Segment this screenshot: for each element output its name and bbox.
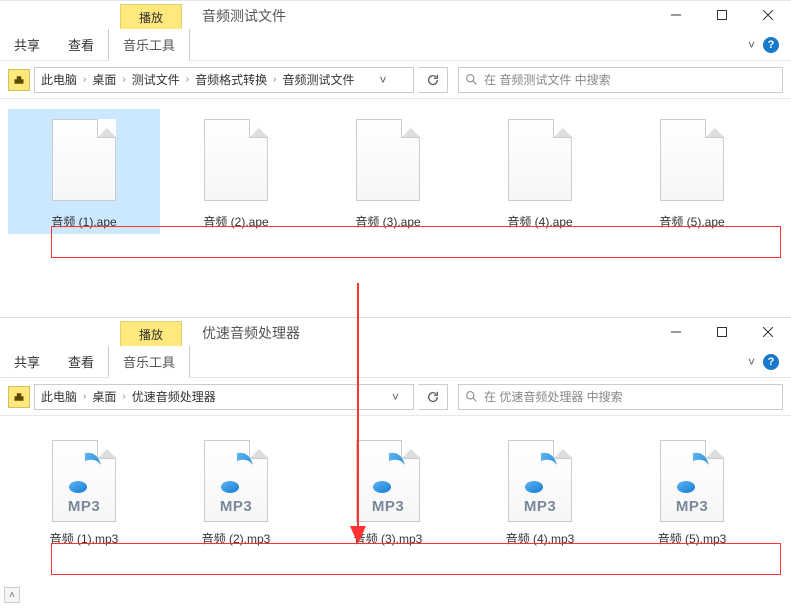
file-name-label: 音频 (2).mp3 xyxy=(202,530,271,547)
file-item[interactable]: 音频 (3).ape xyxy=(312,109,464,234)
file-name-label: 音频 (3).ape xyxy=(355,213,420,230)
minimize-button[interactable] xyxy=(653,318,699,346)
mp3-badge: MP3 xyxy=(661,498,723,515)
breadcrumb[interactable]: 测试文件 xyxy=(132,71,180,88)
file-name-label: 音频 (2).ape xyxy=(203,213,268,230)
mp3-badge: MP3 xyxy=(205,498,267,515)
breadcrumb[interactable]: 此电脑 xyxy=(41,388,77,405)
mp3-badge: MP3 xyxy=(53,498,115,515)
file-item[interactable]: MP3 音频 (1).mp3 xyxy=(8,426,160,551)
chevron-down-icon[interactable]: ˅ xyxy=(379,73,386,87)
address-bar-row: 此电脑 › 桌面 › 测试文件 › 音频格式转换 › 音频测试文件 ˅ 在 音频测试文件… xyxy=(0,61,791,99)
tab-share[interactable]: 共享 xyxy=(0,346,54,378)
breadcrumb-box[interactable]: 此电脑 › 桌面 › 测试文件 › 音频格式转换 › 音频测试文件 ˅ xyxy=(34,67,414,93)
refresh-button[interactable] xyxy=(418,384,448,410)
search-placeholder: 在 音频测试文件 中搜索 xyxy=(484,71,611,88)
ribbon-tabs: 共享 查看 音乐工具 ˅ ? xyxy=(0,346,791,378)
breadcrumb[interactable]: 优速音频处理器 xyxy=(132,388,216,405)
mp3-file-icon: MP3 xyxy=(352,432,424,522)
file-item[interactable]: MP3 音频 (4).mp3 xyxy=(464,426,616,551)
chevron-right-icon: › xyxy=(83,391,86,402)
chevron-right-icon: › xyxy=(122,391,125,402)
help-icon[interactable]: ? xyxy=(763,354,779,370)
file-item[interactable]: MP3 音频 (2).mp3 xyxy=(160,426,312,551)
file-item[interactable]: MP3 音频 (3).mp3 xyxy=(312,426,464,551)
address-bar-row: 此电脑 › 桌面 › 优速音频处理器 ˅ 在 优速音频处理器 中搜索 xyxy=(0,378,791,416)
tab-view[interactable]: 查看 xyxy=(54,29,108,61)
chevron-right-icon: › xyxy=(273,74,276,85)
up-button[interactable] xyxy=(8,69,30,91)
file-list-area[interactable]: ˄ MP3 音频 (1).mp3 MP3 音频 (2).mp3 MP3 音频 (… xyxy=(0,416,791,581)
file-name-label: 音频 (5).ape xyxy=(659,213,724,230)
file-icon xyxy=(504,115,576,205)
mp3-badge: MP3 xyxy=(509,498,571,515)
search-icon xyxy=(465,73,478,86)
expand-ribbon-icon[interactable]: ˅ xyxy=(748,355,755,369)
play-context-tab[interactable]: 播放 xyxy=(120,321,182,346)
file-item[interactable]: 音频 (1).ape xyxy=(8,109,160,234)
breadcrumb[interactable]: 桌面 xyxy=(92,388,116,405)
window-title: 优速音频处理器 xyxy=(202,323,300,346)
chevron-down-icon[interactable]: ˅ xyxy=(392,390,399,404)
mp3-file-icon: MP3 xyxy=(200,432,272,522)
refresh-button[interactable] xyxy=(418,67,448,93)
file-name-label: 音频 (1).mp3 xyxy=(50,530,119,547)
mp3-file-icon: MP3 xyxy=(48,432,120,522)
file-item[interactable]: 音频 (5).ape xyxy=(616,109,768,234)
maximize-button[interactable] xyxy=(699,318,745,346)
mp3-file-icon: MP3 xyxy=(504,432,576,522)
tab-music-tools[interactable]: 音乐工具 xyxy=(108,346,190,378)
close-button[interactable] xyxy=(745,1,791,29)
help-icon[interactable]: ? xyxy=(763,37,779,53)
play-context-tab[interactable]: 播放 xyxy=(120,4,182,29)
up-button[interactable] xyxy=(8,386,30,408)
tab-share[interactable]: 共享 xyxy=(0,29,54,61)
file-icon xyxy=(200,115,272,205)
minimize-button[interactable] xyxy=(653,1,699,29)
scroll-top-button[interactable]: ˄ xyxy=(4,587,20,603)
breadcrumb[interactable]: 音频格式转换 xyxy=(195,71,267,88)
file-name-label: 音频 (1).ape xyxy=(51,213,116,230)
file-icon xyxy=(352,115,424,205)
explorer-window-target: 播放 优速音频处理器 共享 查看 音乐工具 ˅ ? 此电脑 › 桌面 › 优速音频处… xyxy=(0,317,791,581)
chevron-right-icon: › xyxy=(83,74,86,85)
file-icon xyxy=(48,115,120,205)
window-controls xyxy=(653,1,791,29)
file-name-label: 音频 (4).ape xyxy=(507,213,572,230)
file-name-label: 音频 (3).mp3 xyxy=(354,530,423,547)
breadcrumb[interactable]: 此电脑 xyxy=(41,71,77,88)
mp3-file-icon: MP3 xyxy=(656,432,728,522)
file-item[interactable]: 音频 (4).ape xyxy=(464,109,616,234)
chevron-right-icon: › xyxy=(122,74,125,85)
mp3-badge: MP3 xyxy=(357,498,419,515)
titlebar: 播放 优速音频处理器 xyxy=(0,318,791,346)
search-input[interactable]: 在 音频测试文件 中搜索 xyxy=(458,67,783,93)
tab-view[interactable]: 查看 xyxy=(54,346,108,378)
breadcrumb[interactable]: 音频测试文件 xyxy=(282,71,354,88)
breadcrumb[interactable]: 桌面 xyxy=(92,71,116,88)
file-name-label: 音频 (5).mp3 xyxy=(658,530,727,547)
file-item[interactable]: MP3 音频 (5).mp3 xyxy=(616,426,768,551)
explorer-window-source: 播放 音频测试文件 共享 查看 音乐工具 ˅ ? 此电脑 › 桌面 › 测试文件 › … xyxy=(0,0,791,299)
ribbon-tabs: 共享 查看 音乐工具 ˅ ? xyxy=(0,29,791,61)
file-list-area[interactable]: 音频 (1).ape 音频 (2).ape 音频 (3).ape 音频 (4).… xyxy=(0,99,791,299)
breadcrumb-box[interactable]: 此电脑 › 桌面 › 优速音频处理器 ˅ xyxy=(34,384,414,410)
search-placeholder: 在 优速音频处理器 中搜索 xyxy=(484,388,623,405)
file-icon xyxy=(656,115,728,205)
window-controls xyxy=(653,318,791,346)
file-name-label: 音频 (4).mp3 xyxy=(506,530,575,547)
titlebar: 播放 音频测试文件 xyxy=(0,1,791,29)
close-button[interactable] xyxy=(745,318,791,346)
file-item[interactable]: 音频 (2).ape xyxy=(160,109,312,234)
expand-ribbon-icon[interactable]: ˅ xyxy=(748,38,755,52)
search-input[interactable]: 在 优速音频处理器 中搜索 xyxy=(458,384,783,410)
tab-music-tools[interactable]: 音乐工具 xyxy=(108,29,190,61)
window-title: 音频测试文件 xyxy=(202,6,286,29)
chevron-right-icon: › xyxy=(186,74,189,85)
maximize-button[interactable] xyxy=(699,1,745,29)
search-icon xyxy=(465,390,478,403)
